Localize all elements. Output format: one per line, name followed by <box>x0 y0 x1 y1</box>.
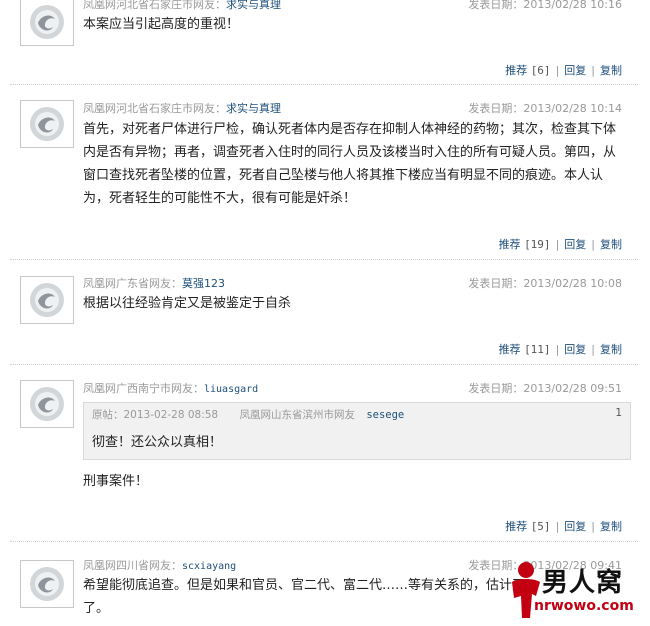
comment-meta: 凤凰网广东省网友：莫强123 <box>83 275 225 291</box>
copy-button[interactable]: 复制 <box>600 520 622 533</box>
recommend-count: [11] <box>524 343 551 356</box>
reply-button[interactable]: 回复 <box>564 520 586 533</box>
comment-body: 本案应当引起高度的重视！ <box>83 17 240 32</box>
comment-source: 凤凰网四川省网友： <box>83 559 182 572</box>
comment-actions: 推荐 [11] | 回复 | 复制 <box>498 343 622 356</box>
username-link[interactable]: liuasgard <box>204 384 258 395</box>
quote-original-date: 原帖：2013-02-28 08:58 <box>92 409 219 421</box>
divider <box>10 364 638 365</box>
username-link[interactable]: scxiayang <box>182 561 236 572</box>
recommend-count: [6] <box>530 64 551 77</box>
comment-actions: 推荐 [19] | 回复 | 复制 <box>498 238 622 251</box>
comment-meta: 凤凰网广西南宁市网友：liuasgard <box>83 380 258 396</box>
comment-body: 刑事案件！ <box>83 474 149 489</box>
recommend-count: [5] <box>530 520 551 533</box>
comment-meta: 凤凰网四川省网友：scxiayang <box>83 557 236 573</box>
comment-meta: 凤凰网河北省石家庄市网友：求实与真理 <box>83 0 281 12</box>
comment-date: 发表日期：2013/02/28 10:08 <box>468 277 622 290</box>
comment-source: 凤凰网河北省石家庄市网友： <box>83 0 226 11</box>
username-link[interactable]: 莫强123 <box>182 277 225 290</box>
recommend-button[interactable]: 推荐 [5] <box>505 520 550 533</box>
divider <box>10 541 638 542</box>
username-link[interactable]: 求实与真理 <box>226 0 281 11</box>
reply-button[interactable]: 回复 <box>564 64 586 77</box>
watermark-title: 男人窝 <box>542 568 624 598</box>
copy-button[interactable]: 复制 <box>600 343 622 356</box>
recommend-button[interactable]: 推荐 [11] <box>499 343 551 356</box>
comment-source: 凤凰网广东省网友： <box>83 277 182 290</box>
phoenix-logo-icon <box>30 387 64 421</box>
comment-date: 发表日期：2013/02/28 10:14 <box>468 102 622 115</box>
comment-meta: 凤凰网河北省石家庄市网友：求实与真理 <box>83 100 281 116</box>
phoenix-logo-icon <box>30 567 64 601</box>
comment-body: 首先，对死者尸体进行尸检，确认死者体内是否存在抑制人体神经的药物；其次，检查其下… <box>83 122 617 206</box>
avatar[interactable] <box>20 0 74 46</box>
copy-button[interactable]: 复制 <box>600 64 622 77</box>
reply-button[interactable]: 回复 <box>564 238 586 251</box>
quote-username-link[interactable]: sesege <box>366 409 404 421</box>
watermark-url: nrwowo.com <box>534 598 634 614</box>
copy-button[interactable]: 复制 <box>600 238 622 251</box>
quote-text: 彻查！还公众以真相！ <box>92 435 223 450</box>
phoenix-logo-icon <box>30 5 64 39</box>
quote-source: 凤凰网山东省滨州市网友 <box>239 409 355 421</box>
comment-source: 凤凰网广西南宁市网友： <box>83 382 204 395</box>
comment-actions: 推荐 [6] | 回复 | 复制 <box>505 64 622 77</box>
avatar[interactable] <box>20 560 74 608</box>
quote-floor-number: 1 <box>615 407 622 419</box>
recommend-button[interactable]: 推荐 [6] <box>505 64 550 77</box>
avatar[interactable] <box>20 380 74 428</box>
comment-actions: 推荐 [5] | 回复 | 复制 <box>505 520 622 533</box>
username-link[interactable]: 求实与真理 <box>226 102 281 115</box>
quote-header: 原帖：2013-02-28 08:58 凤凰网山东省滨州市网友 sesege <box>92 407 404 422</box>
divider <box>10 259 638 260</box>
site-watermark: 男人窝 nrwowo.com <box>498 560 648 624</box>
avatar[interactable] <box>20 100 74 148</box>
quoted-post: 原帖：2013-02-28 08:58 凤凰网山东省滨州市网友 sesege 1… <box>83 402 631 460</box>
comment-source: 凤凰网河北省石家庄市网友： <box>83 102 226 115</box>
phoenix-logo-icon <box>30 283 64 317</box>
avatar[interactable] <box>20 276 74 324</box>
reply-button[interactable]: 回复 <box>564 343 586 356</box>
recommend-count: [19] <box>524 238 551 251</box>
divider <box>10 84 638 85</box>
comment-date: 发表日期：2013/02/28 09:51 <box>468 382 622 395</box>
comment-date: 发表日期：2013/02/28 10:16 <box>468 0 622 11</box>
comment-body: 根据以往经验肯定又是被鉴定于自杀 <box>83 296 292 311</box>
phoenix-logo-icon <box>30 107 64 141</box>
recommend-button[interactable]: 推荐 [19] <box>499 238 551 251</box>
